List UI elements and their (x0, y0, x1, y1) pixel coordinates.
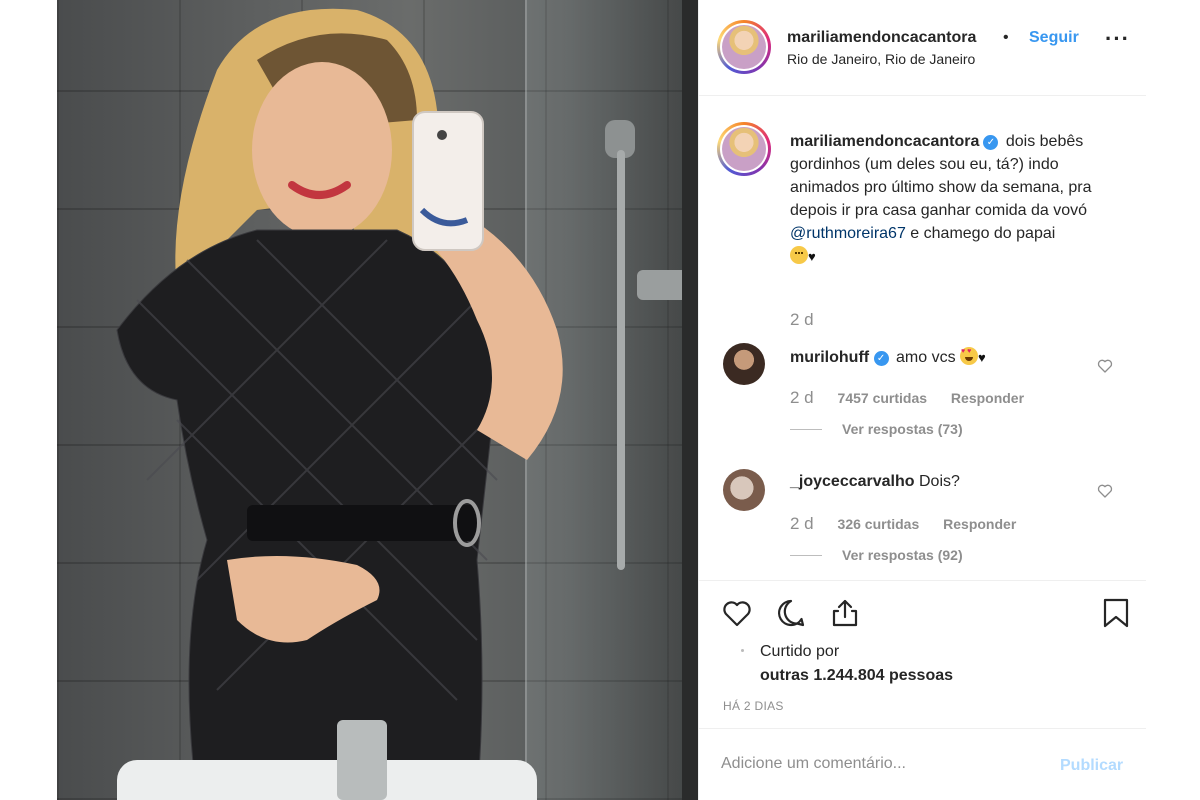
caption-author-avatar[interactable] (717, 122, 771, 176)
add-comment-input[interactable] (721, 755, 1041, 773)
follow-button[interactable]: Seguir (1029, 29, 1079, 47)
heart-eyes-emoji-icon (960, 347, 979, 365)
comment-reply-button[interactable]: Responder (943, 516, 1016, 532)
comment-like-heart-icon[interactable] (1097, 358, 1113, 374)
commenter-avatar[interactable] (723, 469, 765, 511)
liked-by-label: Curtido por (760, 643, 840, 660)
comment-meta: 2 d 7457 curtidas Responder (790, 388, 1024, 408)
author-avatar[interactable] (717, 20, 771, 74)
caption-text-block: mariliamendoncacantora ✓ dois bebês gordi… (790, 130, 1110, 268)
replies-divider-line (790, 554, 822, 556)
sink-tap (337, 720, 387, 800)
comment-bubble-icon[interactable] (775, 597, 807, 629)
comment-meta: 2 d 326 curtidas Responder (790, 514, 1016, 534)
comment-likes[interactable]: 7457 curtidas (838, 390, 928, 406)
post-actions: Curtido por outras 1.244.804 pessoas HÁ … (699, 580, 1146, 728)
commenter-username[interactable]: _joyceccarvalho (790, 473, 915, 490)
baby-face-emoji-icon (790, 246, 808, 264)
caption-time[interactable]: 2 d (790, 310, 814, 330)
replies-divider-line (790, 428, 822, 430)
bookmark-icon[interactable] (1100, 597, 1132, 629)
instagram-post-page: mariliamendoncacantora • Seguir ··· Rio … (0, 0, 1200, 800)
header-separator: • (1003, 29, 1009, 46)
post-location[interactable]: Rio de Janeiro, Rio de Janeiro (787, 51, 975, 67)
caption-mention-link[interactable]: @ruthmoreira67 (790, 225, 906, 242)
door-frame (682, 0, 698, 800)
heart-outline-icon[interactable] (721, 597, 753, 629)
add-comment-bar: Publicar (699, 728, 1146, 800)
view-replies-button[interactable]: Ver respostas (92) (790, 547, 963, 563)
post-photo[interactable] (57, 0, 698, 800)
post-side-panel: mariliamendoncacantora • Seguir ··· Rio … (698, 0, 1146, 800)
black-heart-emoji-icon: ♥ (808, 249, 816, 264)
comment-time[interactable]: 2 d (790, 388, 814, 407)
comment-like-heart-icon[interactable] (1097, 483, 1113, 499)
comment-text: amo vcs (896, 349, 956, 366)
liked-by-count[interactable]: outras 1.244.804 pessoas (760, 667, 953, 685)
share-upload-icon[interactable] (829, 597, 861, 629)
post-date[interactable]: HÁ 2 DIAS (723, 699, 784, 713)
more-horizontal-icon[interactable]: ··· (1105, 26, 1130, 52)
comment-reply-button[interactable]: Responder (951, 390, 1024, 406)
view-replies-button[interactable]: Ver respostas (73) (790, 421, 963, 437)
caption-username[interactable]: mariliamendoncacantora (790, 133, 979, 150)
liked-by-avatar-placeholder (741, 649, 744, 652)
publish-button[interactable]: Publicar (1060, 757, 1123, 775)
view-replies-label: Ver respostas (92) (842, 547, 963, 563)
verified-badge-icon: ✓ (873, 351, 889, 366)
post-header: mariliamendoncacantora • Seguir ··· Rio … (699, 0, 1146, 96)
black-heart-emoji-icon: ♥ (978, 350, 986, 365)
commenter-avatar[interactable] (723, 343, 765, 385)
sink (117, 760, 537, 800)
commenter-username[interactable]: murilohuff (790, 349, 869, 366)
comment-text: Dois? (918, 473, 960, 490)
view-replies-label: Ver respostas (73) (842, 421, 963, 437)
comment-likes[interactable]: 326 curtidas (838, 516, 920, 532)
comment-text-line: _joyceccarvalho Dois? (790, 473, 960, 491)
comment-time[interactable]: 2 d (790, 514, 814, 533)
verified-badge-icon: ✓ (983, 135, 999, 150)
shower-pipe (617, 150, 625, 570)
caption-text-end: e chamego do papai (910, 225, 1056, 242)
author-username[interactable]: mariliamendoncacantora (787, 29, 976, 47)
comment-text-line: murilohuff ✓ amo vcs ♥ (790, 347, 986, 367)
person-selfie-figure (116, 8, 563, 800)
